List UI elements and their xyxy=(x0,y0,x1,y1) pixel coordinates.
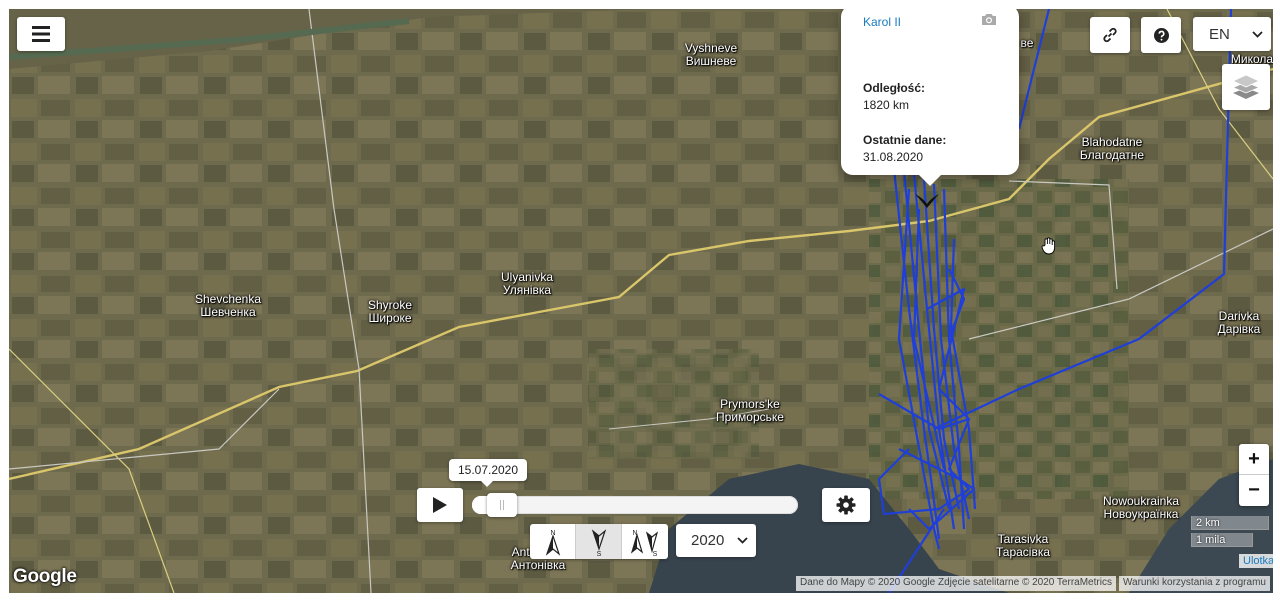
hamburger-menu-icon xyxy=(32,26,50,42)
place-edge-ve: ве xyxy=(1020,36,1034,50)
direction-north-button[interactable]: N xyxy=(530,524,576,559)
link-icon xyxy=(1103,27,1117,43)
year-select[interactable]: 2020 xyxy=(676,524,756,557)
chevron-down-icon xyxy=(1252,30,1263,38)
layers-icon xyxy=(1232,74,1260,99)
hand-cursor-icon xyxy=(1041,237,1056,255)
grip-icon xyxy=(499,500,504,510)
timeline-slider[interactable] xyxy=(472,493,798,517)
menu-button[interactable] xyxy=(17,17,65,51)
camera-icon[interactable] xyxy=(981,13,997,26)
both-south-letter: S xyxy=(653,551,658,557)
place-darivka: Darivka Дарівка xyxy=(1217,309,1261,336)
satellite-map[interactable]: Vyshneve Вишневе Blahodatne Благодатне Uly… xyxy=(9,9,1273,593)
zoom-out-button[interactable]: − xyxy=(1239,475,1269,505)
place-nowoukrainka: Nowoukrainka Новоукраїнка xyxy=(1102,494,1180,521)
scale-km: 2 km xyxy=(1191,516,1269,530)
zoom-control: + − xyxy=(1239,444,1269,506)
place-tarasivka: Tarasivka Тарасівка xyxy=(995,532,1051,559)
map-attribution: Dane do Mapy © 2020 Google Zdjęcie satel… xyxy=(796,576,1270,591)
place-prymorske: Prymors'ke Приморське xyxy=(716,397,784,424)
timeline-handle[interactable] xyxy=(486,493,517,517)
place-shyroke: Shyroke Широке xyxy=(367,298,413,325)
popup-pointer xyxy=(918,174,942,186)
map-data-credit[interactable]: Dane do Mapy © 2020 Google Zdjęcie satel… xyxy=(796,576,1116,591)
place-ulyanivka: Ulyanivka Улянівка xyxy=(500,270,554,297)
layers-button[interactable] xyxy=(1222,64,1270,110)
language-select[interactable]: EN xyxy=(1193,17,1271,51)
popup-title[interactable]: Karol II xyxy=(863,15,901,29)
play-button[interactable] xyxy=(417,488,463,522)
south-letter: S xyxy=(596,551,601,557)
north-south-arrows-icon: N S xyxy=(630,530,659,557)
language-value: EN xyxy=(1209,25,1230,43)
distance-value: 1820 km xyxy=(863,98,910,112)
distance-label: Odległość: xyxy=(863,81,926,95)
google-logo: Google xyxy=(13,566,77,587)
leaflet-link[interactable]: Ulotka xyxy=(1239,554,1273,568)
settings-button[interactable] xyxy=(822,488,870,522)
map-scale: 2 km 1 mila xyxy=(1191,516,1271,550)
last-data-value: 31.08.2020 xyxy=(863,150,924,164)
place-vyshneve: Vyshneve Вишневе xyxy=(684,41,738,68)
place-shevchenka: Shevchenka Шевченка xyxy=(194,292,262,319)
direction-filter: N S N S xyxy=(530,524,668,559)
last-data-label: Ostatnie dane: xyxy=(863,133,947,147)
south-arrow-icon: S xyxy=(591,528,606,557)
direction-both-button[interactable]: N S xyxy=(622,524,668,559)
chevron-down-icon xyxy=(737,537,748,544)
north-arrow-icon: N xyxy=(545,530,560,556)
zoom-in-button[interactable]: + xyxy=(1239,444,1269,475)
help-button[interactable] xyxy=(1141,17,1181,53)
link-button[interactable] xyxy=(1090,17,1130,53)
play-icon xyxy=(433,497,447,513)
scale-mile: 1 mila xyxy=(1191,533,1253,547)
question-icon xyxy=(1153,27,1169,43)
bird-info-popup: Karol II Odległość: 1820 km Ostatnie dan… xyxy=(841,9,1019,175)
direction-south-button[interactable]: S xyxy=(576,524,622,559)
terms-link[interactable]: Warunki korzystania z programu xyxy=(1118,576,1270,591)
year-value: 2020 xyxy=(691,532,725,549)
place-blahodatne: Blahodatne Благодатне xyxy=(1079,135,1145,162)
current-date-tooltip: 15.07.2020 xyxy=(449,459,527,487)
gear-icon xyxy=(836,495,856,515)
